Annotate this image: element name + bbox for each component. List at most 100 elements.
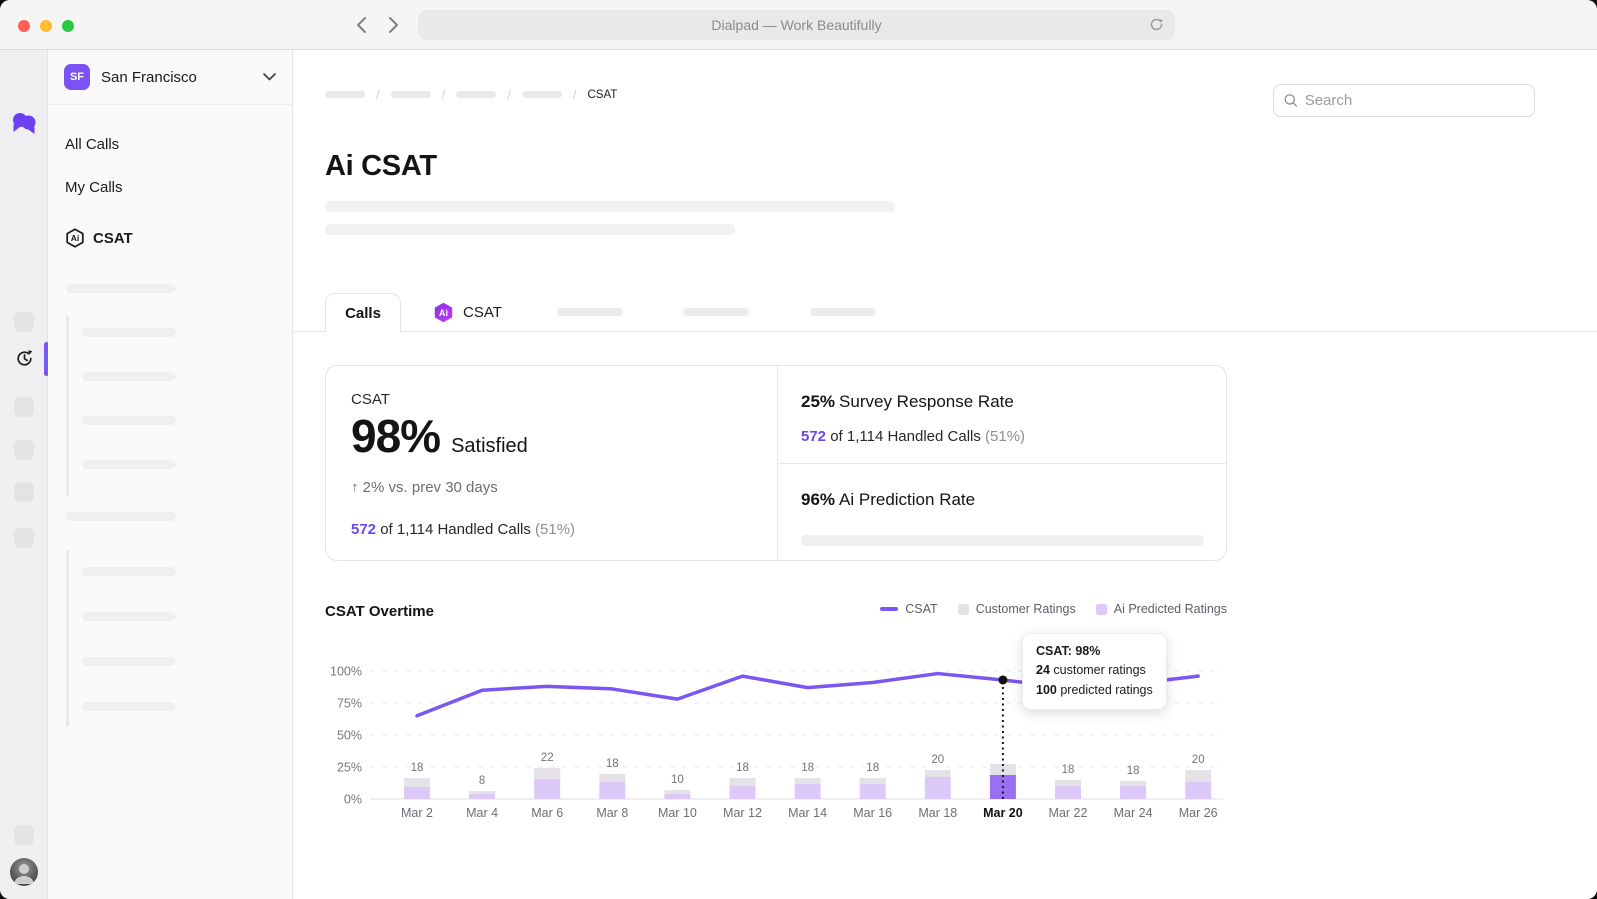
url-bar[interactable]: Dialpad — Work Beautifully — [418, 10, 1175, 40]
skeleton-bar — [82, 567, 176, 576]
tab-label: Calls — [345, 305, 381, 322]
tooltip-row: 24 customer ratings — [1036, 661, 1153, 680]
rail-placeholder-icon — [14, 825, 34, 845]
tab-csat[interactable]: Ai CSAT — [417, 293, 518, 331]
breadcrumb-placeholder[interactable] — [522, 91, 562, 98]
legend-item-csat: CSAT — [880, 602, 937, 616]
svg-text:10: 10 — [671, 774, 684, 786]
legend-label: Ai Predicted Ratings — [1114, 602, 1227, 616]
sidebar-item-label: All Calls — [65, 136, 119, 153]
tooltip-text: predicted ratings — [1060, 683, 1152, 697]
sidebar-item-all-calls[interactable]: All Calls — [65, 135, 119, 153]
svg-text:Mar 4: Mar 4 — [466, 806, 498, 820]
skeleton-bar — [801, 535, 1204, 546]
breadcrumb-placeholder[interactable] — [325, 91, 365, 98]
user-avatar[interactable] — [10, 858, 38, 886]
skeleton-bar — [82, 416, 176, 425]
skeleton-description-line — [325, 224, 735, 235]
prediction-rate-label: Ai Prediction Rate — [839, 490, 975, 509]
svg-text:Mar 2: Mar 2 — [401, 806, 433, 820]
chevron-right-icon — [388, 16, 399, 34]
svg-text:22: 22 — [541, 752, 554, 764]
svg-text:18: 18 — [801, 762, 814, 774]
browser-back-button[interactable] — [349, 13, 373, 37]
svg-text:75%: 75% — [337, 697, 362, 711]
page-title: Ai CSAT — [325, 150, 437, 183]
app-window: Dialpad — Work Beautifully — [0, 0, 1597, 899]
skeleton-tab — [810, 308, 876, 316]
survey-rate-label: Survey Response Rate — [839, 392, 1014, 411]
trend-up-arrow-icon: ↑ — [351, 479, 359, 496]
zoom-window-button[interactable] — [62, 20, 74, 32]
svg-text:Ai: Ai — [439, 308, 448, 318]
svg-text:Mar 24: Mar 24 — [1114, 806, 1153, 820]
tooltip-text: customer ratings — [1053, 663, 1145, 677]
svg-text:Ai: Ai — [71, 233, 80, 243]
rail-placeholder-icon — [14, 528, 34, 548]
sidebar-item-csat[interactable]: Ai CSAT — [65, 229, 133, 247]
svg-text:25%: 25% — [337, 761, 362, 775]
ai-hexagon-icon: Ai — [433, 302, 454, 323]
sidebar-item-label: My Calls — [65, 179, 123, 196]
handled-text: of 1,114 Handled Calls — [830, 428, 981, 445]
square-swatch-icon — [958, 604, 969, 615]
svg-text:Mar 10: Mar 10 — [658, 806, 697, 820]
svg-text:Mar 14: Mar 14 — [788, 806, 827, 820]
browser-chrome: Dialpad — Work Beautifully — [0, 0, 1597, 50]
skeleton-tab — [683, 308, 749, 316]
tab-label: CSAT — [463, 304, 502, 321]
svg-text:18: 18 — [606, 758, 619, 770]
survey-rate-value: 25% — [801, 392, 835, 411]
history-icon[interactable] — [15, 349, 34, 373]
breadcrumb-placeholder[interactable] — [456, 91, 496, 98]
search-box[interactable] — [1273, 84, 1535, 117]
skeleton-bar — [82, 657, 176, 666]
dialpad-logo[interactable] — [11, 112, 37, 140]
rail-placeholder-icon — [14, 312, 34, 332]
svg-text:Mar 12: Mar 12 — [723, 806, 762, 820]
chevron-down-icon — [263, 73, 276, 81]
breadcrumb-placeholder[interactable] — [391, 91, 431, 98]
csat-trend: ↑ 2% vs. prev 30 days — [351, 479, 777, 496]
handled-text: of 1,114 Handled Calls — [380, 521, 531, 538]
sidebar-item-my-calls[interactable]: My Calls — [65, 178, 123, 196]
rail-placeholder-icon — [14, 440, 34, 460]
breadcrumb-current: CSAT — [588, 89, 618, 101]
legend-item-ai-predicted-ratings: Ai Predicted Ratings — [1096, 602, 1227, 616]
skeleton-group-header — [66, 284, 176, 293]
reload-icon[interactable] — [1148, 16, 1165, 36]
square-swatch-icon — [1096, 604, 1107, 615]
workspace-badge: SF — [64, 64, 90, 90]
workspace-name: San Francisco — [101, 69, 263, 86]
svg-text:Mar 26: Mar 26 — [1179, 806, 1218, 820]
close-window-button[interactable] — [18, 20, 30, 32]
workspace-selector[interactable]: SF San Francisco — [48, 50, 292, 105]
svg-text:50%: 50% — [337, 729, 362, 743]
handled-count: 572 — [351, 521, 376, 538]
csat-handled-calls: 572 of 1,114 Handled Calls (51%) — [351, 521, 777, 538]
svg-text:18: 18 — [866, 762, 879, 774]
handled-percent: (51%) — [985, 428, 1025, 445]
csat-value-suffix: Satisfied — [451, 435, 528, 458]
breadcrumb-separator: / — [573, 87, 577, 102]
left-rail — [0, 50, 48, 899]
tooltip-value: 24 — [1036, 663, 1050, 677]
svg-text:Mar 20: Mar 20 — [983, 806, 1023, 820]
minimize-window-button[interactable] — [40, 20, 52, 32]
csat-card-label: CSAT — [351, 391, 777, 408]
search-input[interactable] — [1305, 92, 1524, 109]
svg-text:Mar 16: Mar 16 — [853, 806, 892, 820]
svg-text:20: 20 — [931, 754, 944, 766]
breadcrumb-separator: / — [376, 87, 380, 102]
svg-text:100%: 100% — [330, 665, 362, 679]
browser-forward-button[interactable] — [381, 13, 405, 37]
sidebar-item-label: CSAT — [93, 230, 133, 247]
app-body: SF San Francisco All Calls My Calls Ai C… — [0, 50, 1597, 899]
skeleton-bar — [82, 460, 176, 469]
chart-tooltip: CSAT: 98% 24 customer ratings 100 predic… — [1022, 633, 1167, 710]
legend-item-customer-ratings: Customer Ratings — [958, 602, 1076, 616]
breadcrumb-separator: / — [442, 87, 446, 102]
svg-text:Mar 6: Mar 6 — [531, 806, 563, 820]
tab-calls[interactable]: Calls — [325, 293, 401, 332]
svg-text:Mar 18: Mar 18 — [918, 806, 957, 820]
